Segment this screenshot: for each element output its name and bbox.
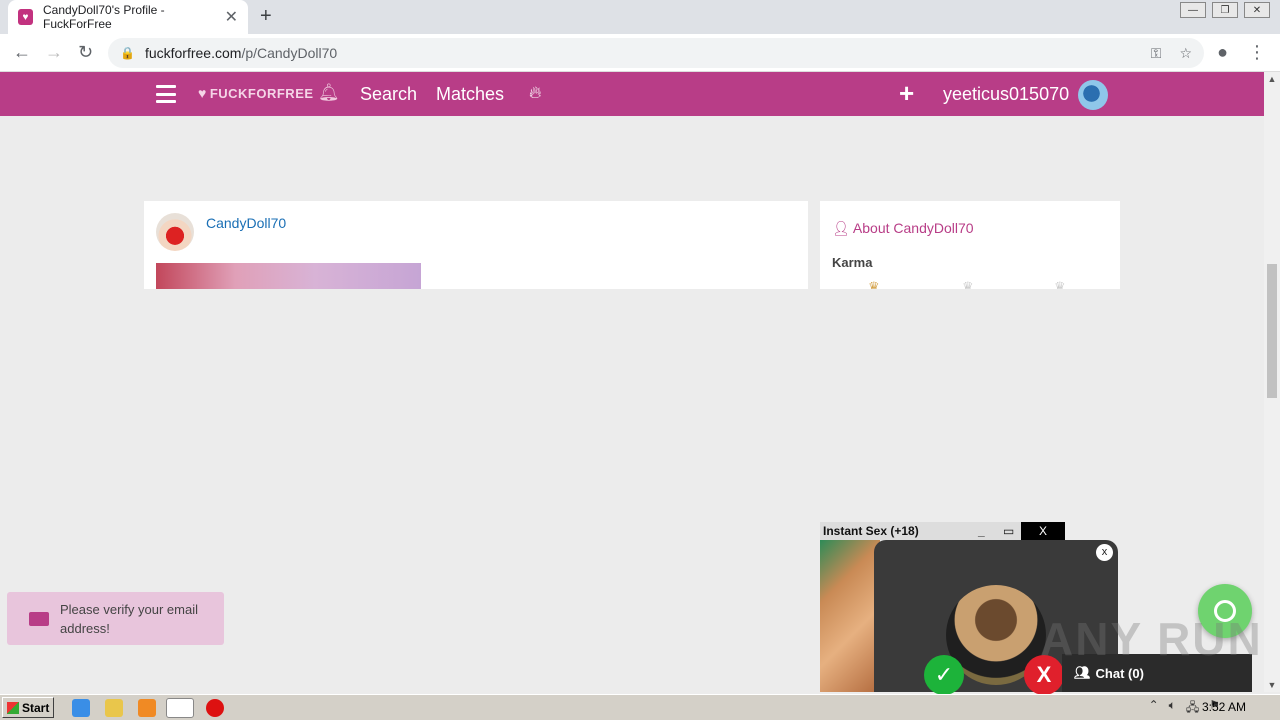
url-path: /p/CandyDoll70 [241,45,338,61]
site-logo[interactable]: ♥ FUCKFORFREE [198,85,314,101]
toolbar-right: ● ⋮ [1217,42,1266,63]
popup-title: Instant Sex (+18) [823,524,919,538]
profile-name-link[interactable]: CandyDoll70 [206,215,286,231]
window-close-icon[interactable]: ✕ [1244,2,1270,18]
flame-icon[interactable]: 🔥︎ [529,83,541,103]
start-label: Start [22,700,50,715]
verify-email-toast[interactable]: Please verify your email address! [7,592,224,645]
scroll-down-icon[interactable]: ▼ [1264,680,1280,690]
network-icon[interactable]: 🖧 [1186,698,1199,719]
ie-icon[interactable] [72,699,90,717]
bell-icon[interactable]: 🔔︎ [318,83,340,103]
profile-avatar[interactable] [156,213,194,251]
minimize-icon[interactable]: — [1180,2,1206,18]
browser-tab-strip: ♥ CandyDoll70's Profile - FuckForFree ✕ … [0,0,1280,34]
popup-maximize-icon[interactable]: ▭ [1003,522,1014,540]
bookmark-star-icon[interactable]: ☆ [1179,45,1192,62]
taskbar-clock: 3:52 AM [1201,700,1246,714]
site-favicon-icon: ♥ [18,9,33,25]
media-player-icon[interactable] [138,699,156,717]
os-taskbar: Start ⌃ 🔈︎ 🖧 ⚑ 3:52 AM [0,694,1280,720]
address-bar[interactable]: 🔒 fuckforfree.com/p/CandyDoll70 ⚿ ☆ [108,38,1204,68]
key-icon[interactable]: ⚿ [1151,45,1162,62]
crown-icon: ♛ [1054,279,1066,289]
browser-toolbar: ← → ↻ 🔒 fuckforfree.com/p/CandyDoll70 ⚿ … [0,34,1280,72]
folder-icon[interactable] [105,699,123,717]
site-navbar: ♥ FUCKFORFREE 🔔︎ Search Matches 🔥︎ + yeet… [0,72,1264,116]
chrome-taskbar-button[interactable] [166,698,194,718]
browser-tab[interactable]: ♥ CandyDoll70's Profile - FuckForFree ✕ [8,0,248,34]
popup-ad-image[interactable] [820,540,880,692]
about-heading-text: About CandyDoll70 [852,220,974,236]
tray-arrow-icon[interactable]: ⌃ [1149,698,1159,719]
new-tab-icon[interactable]: + [260,5,272,28]
window-controls: — ❐ ✕ [1180,2,1270,18]
back-arrow-icon[interactable]: ← [13,42,31,63]
popup-titlebar: Instant Sex (+18) _ ▭ X [820,522,1065,540]
security-app-icon[interactable] [206,699,224,717]
chat-label: Chat (0) [1095,665,1144,681]
reload-icon[interactable]: ↻ [78,42,93,63]
menu-dots-icon[interactable]: ⋮ [1248,42,1266,63]
envelope-icon [29,611,49,626]
tab-title: CandyDoll70's Profile - FuckForFree [43,3,165,31]
logo-heart-icon: ♥ [198,85,207,101]
profile-post-card: CandyDoll70 [144,201,808,289]
profile-photo[interactable] [156,263,421,289]
username-link[interactable]: yeeticus015070 [943,84,1069,105]
lock-icon: 🔒 [120,46,135,60]
start-button[interactable]: Start [2,697,54,718]
accept-call-button[interactable]: ✓ [924,655,964,695]
popup-minimize-icon[interactable]: _ [978,522,985,540]
watermark: ANY RUN [1040,613,1263,665]
restore-icon[interactable]: ❐ [1212,2,1238,18]
forward-arrow-icon[interactable]: → [45,42,63,63]
chat-users-icon: 👥︎ [1074,665,1091,680]
close-tab-icon[interactable]: ✕ [225,7,238,27]
popup-close-button[interactable]: X [1021,522,1065,540]
hamburger-menu-icon[interactable] [156,85,176,103]
volume-icon[interactable]: 🔈︎ [1169,698,1176,719]
crown-icon: ♛ [962,279,974,289]
user-avatar[interactable] [1078,80,1108,110]
call-card-close-button[interactable]: x [1096,544,1113,561]
crown-icon: ♛ [868,279,880,289]
scroll-up-icon[interactable]: ▲ [1264,74,1280,84]
account-icon[interactable]: ● [1217,42,1228,63]
windows-logo-icon [7,701,19,714]
about-heading: 👤︎ About CandyDoll70 [832,220,974,237]
page-scrollbar[interactable]: ▲ ▼ [1264,72,1280,692]
address-bar-actions: ⚿ ☆ [1151,38,1192,68]
url-host: fuckforfree.com [144,45,242,61]
about-card: 👤︎ About CandyDoll70 Karma ♛ ♛ ♛ [820,201,1120,289]
nav-matches-link[interactable]: Matches [436,84,504,105]
user-icon: 👤︎ [832,220,850,236]
scrollbar-thumb[interactable] [1267,264,1277,398]
logo-text: FUCKFORFREE [209,86,314,101]
add-icon[interactable]: + [899,78,914,109]
nav-search-link[interactable]: Search [360,84,417,105]
toast-message: Please verify your email address! [60,601,198,636]
karma-label: Karma [832,255,873,270]
